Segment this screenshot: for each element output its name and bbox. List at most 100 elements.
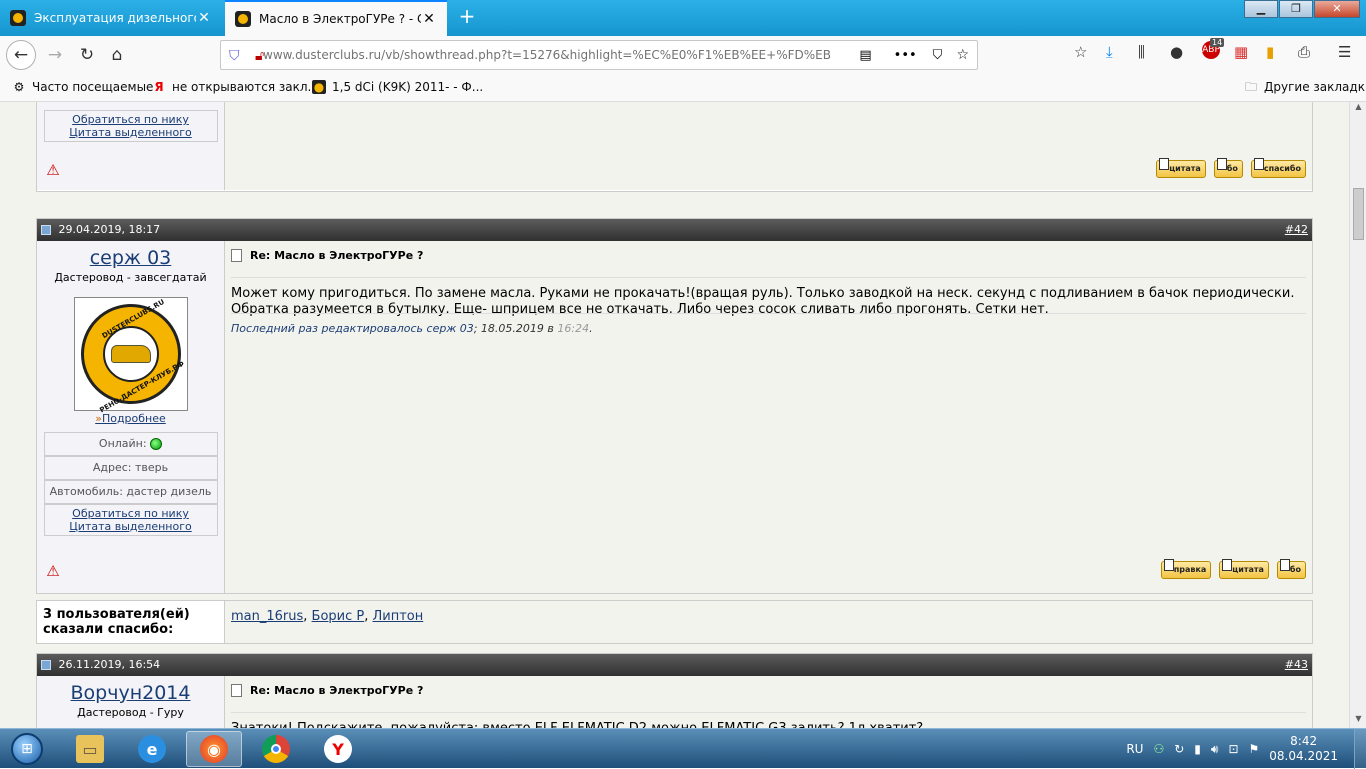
post-date: 26.11.2019, 16:54 [58,658,161,671]
report-warning-icon[interactable]: ⚠ [45,162,61,178]
post-number-link[interactable]: #42 [1285,219,1308,241]
mention-nick-link[interactable]: Обратиться по нику [45,507,217,520]
online-status: Онлайн: [43,432,218,456]
insecure-lock-icon[interactable]: 🔓︎ [255,48,264,64]
tracking-shield-icon[interactable]: ⛉ [229,48,240,64]
post-user-column: Ворчун2014 Дастеровод - Гуру [37,676,225,728]
quote-selected-link[interactable]: Цитата выделенного [45,520,217,533]
edit-button[interactable]: правка [1160,559,1212,579]
folder-icon: ▭ [76,735,104,763]
back-arrow-icon[interactable]: ← [6,40,36,70]
bookmark-most-visited[interactable]: ⚙ Часто посещаемые [12,80,154,94]
thanks-row: 3 пользователя(ей) сказали спасибо: man_… [36,600,1313,644]
start-button[interactable]: ⊞ [2,730,52,768]
author-rank: Дастеровод - завсегдатай [54,271,207,284]
reader-view-icon[interactable]: ▤ [859,48,871,63]
post-41-tail: Обратиться по нику Цитата выделенного ⚠ … [36,102,1313,192]
navigation-toolbar: ← → ↻ ⌂ ⛉ 🔓︎ www.dusterclubs.ru/vb/showt… [0,36,1366,74]
reload-icon[interactable]: ↻ [72,40,102,70]
explorer-taskbar-button[interactable]: ▭ [62,731,118,767]
scroll-down-icon[interactable]: ▼ [1350,714,1366,728]
quote-button[interactable]: цитата [1219,559,1269,579]
bookmark-other-folder[interactable]: 🗀︎ Другие закладки [1244,80,1366,94]
address-bar[interactable]: ⛉ 🔓︎ www.dusterclubs.ru/vb/showthread.ph… [220,40,978,70]
chrome-taskbar-button[interactable] [248,731,304,767]
report-warning-icon[interactable]: ⚠ [45,563,61,579]
pocket-icon[interactable]: ⛉ [933,48,943,63]
minimize-button[interactable]: ▁ [1244,0,1278,18]
scroll-up-icon[interactable]: ▲ [1350,102,1366,116]
avatar[interactable]: DUSTERCLUBS.RU РЕНО-ДАСТЕР-КЛУБ.РФ [73,297,188,414]
thanks-users: man_16rus, Борис Р, Липтон [225,601,1312,643]
post-number-link[interactable]: #43 [1285,654,1308,676]
downloads-icon[interactable]: ⤓ [1106,43,1113,61]
system-tray: RU ⚇ ↻ ▮ 🔊︎ ⊡ ⚑ 8:42 08.04.2021 [1126,729,1366,769]
forward-arrow-icon[interactable]: → [40,40,70,70]
stats-extension-icon[interactable]: ▮ [1266,43,1274,61]
document-icon [231,249,242,262]
flag-icon[interactable]: ⚑ [1249,742,1260,756]
mention-nick-link[interactable]: Обратиться по нику [45,113,217,126]
bookmark-star-icon[interactable]: ☆ [956,47,969,63]
user-address: Адрес: тверь [43,456,218,480]
extension-icon[interactable]: ● [1170,43,1183,61]
maximize-button[interactable]: ❐ [1279,0,1313,18]
post-43: 26.11.2019, 16:54 #43 Ворчун2014 Дастеро… [36,653,1313,728]
ie-taskbar-button[interactable]: e [124,731,180,767]
tray-app-icon[interactable]: ⚇ [1153,742,1164,756]
post-message-column: Re: Масло в ЭлектроГУРе ? Может кому при… [225,241,1312,593]
yandex-icon: Я [154,80,164,94]
yandex-taskbar-button[interactable]: Y [310,731,366,767]
new-tab-plus-icon[interactable]: + [456,6,478,28]
scrollbar-thumb[interactable] [1353,188,1364,240]
tab-diesel-duster[interactable]: Эксплуатация дизельного Дас ✕ [0,0,222,36]
firefox-taskbar-button[interactable]: ◉ [186,731,242,767]
sync-icon[interactable]: ↻ [1174,742,1184,756]
bookmark-not-opening[interactable]: Я не открываются закл... [152,80,319,94]
home-icon[interactable]: ⌂ [102,40,132,70]
post-icon [41,660,51,670]
dusterclub-icon: ● [312,80,326,94]
more-info-link[interactable]: »Подробнее [37,412,224,425]
page-scrollbar[interactable]: ▲ ▼ [1349,102,1366,728]
thanks-user-link[interactable]: man_16rus [231,609,303,624]
quote-button[interactable]: цитата [1156,158,1206,178]
post-message-column: Re: Масло в ЭлектроГУРе ? Знатоки! Подск… [225,676,1312,728]
translate-extension-icon[interactable]: ▦ [1234,43,1248,61]
dusterclub-favicon-icon [235,11,251,27]
windows-taskbar: ⊞ ▭ e ◉ Y RU ⚇ ↻ ▮ 🔊︎ ⊡ ⚑ 8:42 08.04.202… [0,728,1366,769]
thanks-user-link[interactable]: Борис Р [312,609,365,624]
edited-by-link[interactable]: Последний раз редактировалось серж 03 [231,322,474,335]
tab-maslo-egur[interactable]: Масло в ЭлектроГУРе ? - Стра ✕ [225,0,447,36]
volume-icon[interactable]: 🔊︎ [1211,742,1219,757]
quote-selected-link[interactable]: Цитата выделенного [45,126,217,139]
clock[interactable]: 8:42 08.04.2021 [1269,734,1338,764]
post-42: 29.04.2019, 18:17 #42 серж 03 Дастеровод… [36,218,1313,594]
multiquote-button[interactable]: бо [1276,559,1306,579]
page-actions-icon[interactable]: ••• [894,48,917,63]
url-text[interactable]: www.dusterclubs.ru/vb/showthread.php?t=1… [263,48,847,62]
window-close-button[interactable]: ✕ [1314,0,1360,18]
bookmark-dci-k9k[interactable]: ● 1,5 dCi (K9K) 2011- - Ф... [312,80,483,94]
author-rank: Дастеровод - Гуру [77,706,184,719]
language-indicator[interactable]: RU [1126,742,1143,756]
battery-icon[interactable]: ▮ [1194,742,1201,756]
close-tab-icon[interactable]: ✕ [196,10,212,26]
extension-badge: 14 [1210,38,1225,47]
author-name-link[interactable]: Ворчун2014 [37,682,224,704]
multiquote-button[interactable]: бо [1213,158,1243,178]
library-icon[interactable]: ⫼ [1138,43,1145,61]
document-icon [231,684,242,697]
author-name-link[interactable]: серж 03 [37,247,224,269]
bookmarks-star-list-icon[interactable]: ☆ [1074,43,1087,61]
menu-hamburger-icon[interactable]: ☰ [1338,43,1351,61]
show-desktop-button[interactable] [1354,729,1366,769]
close-tab-icon[interactable]: ✕ [421,11,437,27]
thanks-user-link[interactable]: Липтон [373,609,424,624]
tab-title: Масло в ЭлектроГУРе ? - Стра [259,12,421,26]
user-car: Автомобиль: дастер дизель [43,480,218,504]
network-icon[interactable]: ⊡ [1228,742,1238,756]
thanks-button[interactable]: спасибо [1250,158,1306,178]
post-icon [41,225,51,235]
print-icon[interactable]: ⎙ [1298,43,1310,61]
